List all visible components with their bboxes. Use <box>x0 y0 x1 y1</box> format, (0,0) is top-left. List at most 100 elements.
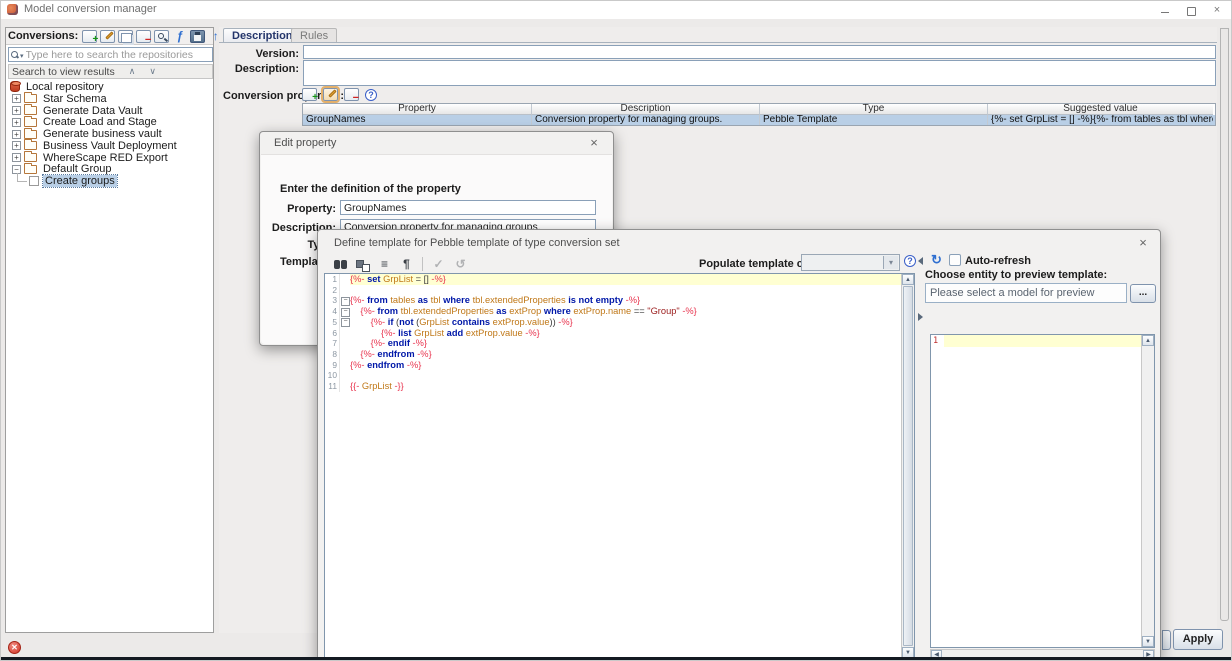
close-icon[interactable]: × <box>1136 235 1150 250</box>
scrollbar-thumb[interactable] <box>903 286 913 646</box>
pencil-icon <box>106 31 114 39</box>
right-scroll-strip[interactable] <box>1220 28 1229 621</box>
application-window: Model conversion manager × Conversions: … <box>0 0 1232 661</box>
editor-vertical-scrollbar[interactable]: ▲ ▼ <box>901 274 914 658</box>
fold-collapse-icon[interactable] <box>340 317 350 328</box>
preview-line-number: 1 <box>933 336 938 346</box>
template-code-editor[interactable]: 1{%- set GrpList = [] -%}23{%- from tabl… <box>324 273 915 659</box>
line-number: 4 <box>325 306 340 317</box>
column-header-type[interactable]: Type <box>760 104 988 115</box>
search-options-caret-icon[interactable]: ▾ <box>20 52 24 60</box>
expander-expand-icon[interactable]: + <box>12 118 21 127</box>
maximize-icon[interactable] <box>1185 5 1197 16</box>
scroll-up-icon[interactable]: ▲ <box>902 274 914 285</box>
help-icon[interactable]: ? <box>365 89 377 101</box>
auto-refresh-checkbox[interactable] <box>949 254 961 266</box>
description-label: Description: <box>219 63 299 75</box>
add-property-button[interactable]: + <box>302 88 317 101</box>
fold-margin <box>340 285 350 296</box>
tab-rules[interactable]: Rules <box>291 28 337 42</box>
apply-button[interactable]: Apply <box>1173 629 1223 650</box>
folder-icon <box>24 141 37 150</box>
column-header-suggested-value[interactable]: Suggested value <box>988 104 1213 115</box>
chevron-up-icon[interactable]: ∧ <box>129 66 136 77</box>
plus-icon: + <box>92 35 98 45</box>
fold-margin <box>340 360 350 371</box>
find-icon[interactable] <box>332 257 349 272</box>
tree-item-local-repository[interactable]: Local repository <box>8 81 213 93</box>
tree-item-generate-business-vault[interactable]: +Generate business vault <box>8 128 213 140</box>
refresh-icon[interactable]: ↻ <box>931 252 942 268</box>
version-field[interactable] <box>303 45 1216 59</box>
scroll-down-icon[interactable]: ▼ <box>1142 636 1154 647</box>
new-conversion-button[interactable]: + <box>82 30 97 43</box>
editor-lines: 1{%- set GrpList = [] -%}23{%- from tabl… <box>325 274 901 658</box>
entity-preview-field[interactable]: Please select a model for preview <box>925 283 1127 303</box>
partially-hidden-button[interactable] <box>1162 630 1171 650</box>
save-icon[interactable] <box>190 30 205 43</box>
preview-vertical-scrollbar[interactable]: ▲ ▼ <box>1141 335 1154 647</box>
populate-template-combo[interactable] <box>801 254 900 271</box>
tree-item-generate-data-vault[interactable]: +Generate Data Vault <box>8 105 213 117</box>
fold-collapse-icon[interactable] <box>340 295 350 306</box>
fold-collapse-icon[interactable] <box>340 306 350 317</box>
tree-item-label: Create groups <box>43 175 117 187</box>
scroll-up-icon[interactable]: ▲ <box>1142 335 1154 346</box>
search-input[interactable] <box>26 49 210 61</box>
close-icon[interactable]: × <box>587 135 601 150</box>
code-line-8: 8 {%- endfrom -%} <box>325 349 901 360</box>
tab-description[interactable]: Description <box>223 28 302 42</box>
code-line-3: 3{%- from tables as tbl where tbl.extend… <box>325 295 901 306</box>
line-number: 10 <box>325 370 340 381</box>
delete-conversion-button[interactable]: − <box>136 30 151 43</box>
property-field[interactable] <box>340 200 596 215</box>
import-icon[interactable]: ƒ <box>172 30 187 43</box>
expander-expand-icon[interactable]: + <box>12 141 21 150</box>
collapse-right-icon[interactable] <box>918 313 923 321</box>
collapse-left-icon[interactable] <box>918 257 923 265</box>
preview-conversion-button[interactable] <box>154 30 169 43</box>
conversions-sidebar: Conversions: + − ƒ ↑ ↓ ▾ Search to view … <box>5 27 214 633</box>
tree-item-label: Local repository <box>24 81 106 93</box>
line-number: 11 <box>325 381 340 392</box>
minimize-icon[interactable] <box>1159 5 1171 16</box>
column-header-property[interactable]: Property <box>303 104 532 115</box>
close-icon[interactable]: × <box>1211 5 1223 16</box>
properties-table: PropertyDescriptionTypeSuggested value G… <box>302 103 1216 126</box>
expander-expand-icon[interactable]: + <box>12 153 21 162</box>
folder-icon <box>24 130 37 139</box>
folder-icon <box>24 106 37 115</box>
tree-item-wherescape-red-export[interactable]: +WhereScape RED Export <box>8 152 213 164</box>
chevron-down-icon[interactable]: ∨ <box>149 66 156 77</box>
fold-margin <box>340 274 350 285</box>
tree-item-default-group[interactable]: −Default Group <box>8 164 213 176</box>
auto-refresh-label: Auto-refresh <box>965 255 1031 267</box>
description-field[interactable] <box>303 60 1216 86</box>
edit-conversion-button[interactable] <box>100 30 115 43</box>
tree-item-business-vault-deployment[interactable]: +Business Vault Deployment <box>8 140 213 152</box>
blocks-icon[interactable] <box>354 257 371 272</box>
tree-item-create-groups[interactable]: Create groups <box>8 175 213 187</box>
code-line-6: 6 {%- list GrpList add extProp.value -%} <box>325 328 901 339</box>
edit-property-button[interactable] <box>323 88 338 101</box>
line-number: 5 <box>325 317 340 328</box>
paragraph-icon[interactable]: ¶ <box>398 257 415 272</box>
table-cell-property: GroupNames <box>303 115 532 126</box>
tree-item-label: Star Schema <box>41 93 109 105</box>
table-row[interactable]: GroupNamesConversion property for managi… <box>303 115 1215 126</box>
help-icon[interactable]: ? <box>904 255 916 267</box>
tree-item-create-load-and-stage[interactable]: +Create Load and Stage <box>8 116 213 128</box>
editor-preview-splitter[interactable] <box>917 273 925 659</box>
expander-expand-icon[interactable]: + <box>12 130 21 139</box>
fold-margin <box>340 349 350 360</box>
wrap-icon[interactable]: ≡ <box>376 257 393 272</box>
line-number: 1 <box>325 274 340 285</box>
expander-expand-icon[interactable]: + <box>12 106 21 115</box>
tree-item-star-schema[interactable]: + Star Schema <box>8 93 213 105</box>
copy-conversion-button[interactable] <box>118 30 133 43</box>
folder-icon <box>24 153 37 162</box>
expander-expand-icon[interactable]: + <box>12 94 21 103</box>
column-header-description[interactable]: Description <box>532 104 760 115</box>
remove-property-button[interactable]: − <box>344 88 359 101</box>
browse-button[interactable]: ... <box>1130 284 1156 303</box>
